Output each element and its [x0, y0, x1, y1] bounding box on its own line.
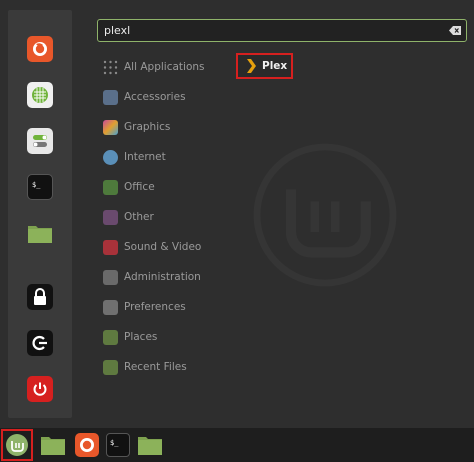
category-all-applications[interactable]: All Applications: [103, 58, 205, 76]
graphics-icon: [103, 119, 118, 135]
taskbar-firefox[interactable]: [75, 433, 99, 457]
folder-icon[interactable]: [27, 220, 53, 246]
category-other[interactable]: Other: [103, 208, 154, 226]
power-icon[interactable]: [27, 376, 53, 402]
category-label: Administration: [124, 271, 201, 283]
taskbar-files[interactable]: [40, 433, 66, 457]
category-administration[interactable]: Administration: [103, 268, 201, 286]
category-preferences[interactable]: Preferences: [103, 298, 186, 316]
category-label: Other: [124, 211, 154, 223]
search-result-plex[interactable]: Plex: [236, 53, 293, 79]
category-accessories[interactable]: Accessories: [103, 88, 186, 106]
mint-watermark-icon: [253, 143, 397, 287]
logout-icon[interactable]: [27, 330, 53, 356]
office-icon: [103, 179, 118, 195]
mint-menu-icon: [6, 434, 28, 456]
sound-video-icon: [103, 239, 118, 255]
folder-icon: [41, 437, 65, 455]
folder-icon: [138, 437, 162, 455]
search-input[interactable]: [104, 22, 434, 39]
folder-icon: [103, 329, 118, 345]
preferences-icon: [103, 299, 118, 315]
category-internet[interactable]: Internet: [103, 148, 166, 166]
search-box[interactable]: [97, 19, 467, 42]
category-recent-files[interactable]: Recent Files: [103, 358, 187, 376]
mint-menu-button[interactable]: [1, 429, 33, 461]
firefox-icon[interactable]: [27, 36, 53, 62]
taskbar-terminal[interactable]: $_: [106, 433, 130, 457]
search-result-label: Plex: [262, 60, 288, 72]
category-label: Accessories: [124, 91, 186, 103]
software-manager-icon[interactable]: [27, 82, 53, 108]
accessories-icon: [103, 89, 118, 105]
taskbar: $_: [0, 428, 474, 462]
svg-text:$_: $_: [32, 181, 41, 189]
category-label: Office: [124, 181, 155, 193]
svg-text:$_: $_: [110, 439, 119, 447]
category-label: Preferences: [124, 301, 186, 313]
internet-icon: [103, 149, 118, 165]
terminal-icon[interactable]: $_: [27, 174, 53, 200]
category-label: Internet: [124, 151, 166, 163]
grid-icon: [103, 60, 118, 74]
terminal-icon: $_: [110, 439, 119, 447]
category-label: Sound & Video: [124, 241, 202, 253]
folder-icon: [103, 359, 118, 375]
taskbar-folder[interactable]: [137, 433, 163, 457]
category-places[interactable]: Places: [103, 328, 157, 346]
other-icon: [103, 209, 118, 225]
plex-icon: [247, 59, 256, 73]
firefox-icon: [80, 438, 94, 452]
category-sound-video[interactable]: Sound & Video: [103, 238, 201, 256]
category-office[interactable]: Office: [103, 178, 155, 196]
favorites-sidebar: $_: [8, 10, 72, 418]
category-label: Places: [124, 331, 158, 343]
category-label: Graphics: [124, 121, 171, 133]
lock-icon[interactable]: [27, 284, 53, 310]
category-label: All Applications: [124, 61, 205, 73]
category-graphics[interactable]: Graphics: [103, 118, 170, 136]
application-menu: $_ All Applications Accessories: [0, 0, 474, 428]
category-label: Recent Files: [124, 361, 187, 373]
settings-toggle-icon[interactable]: [27, 128, 53, 154]
administration-icon: [103, 269, 118, 285]
clear-search-icon[interactable]: [449, 25, 461, 36]
